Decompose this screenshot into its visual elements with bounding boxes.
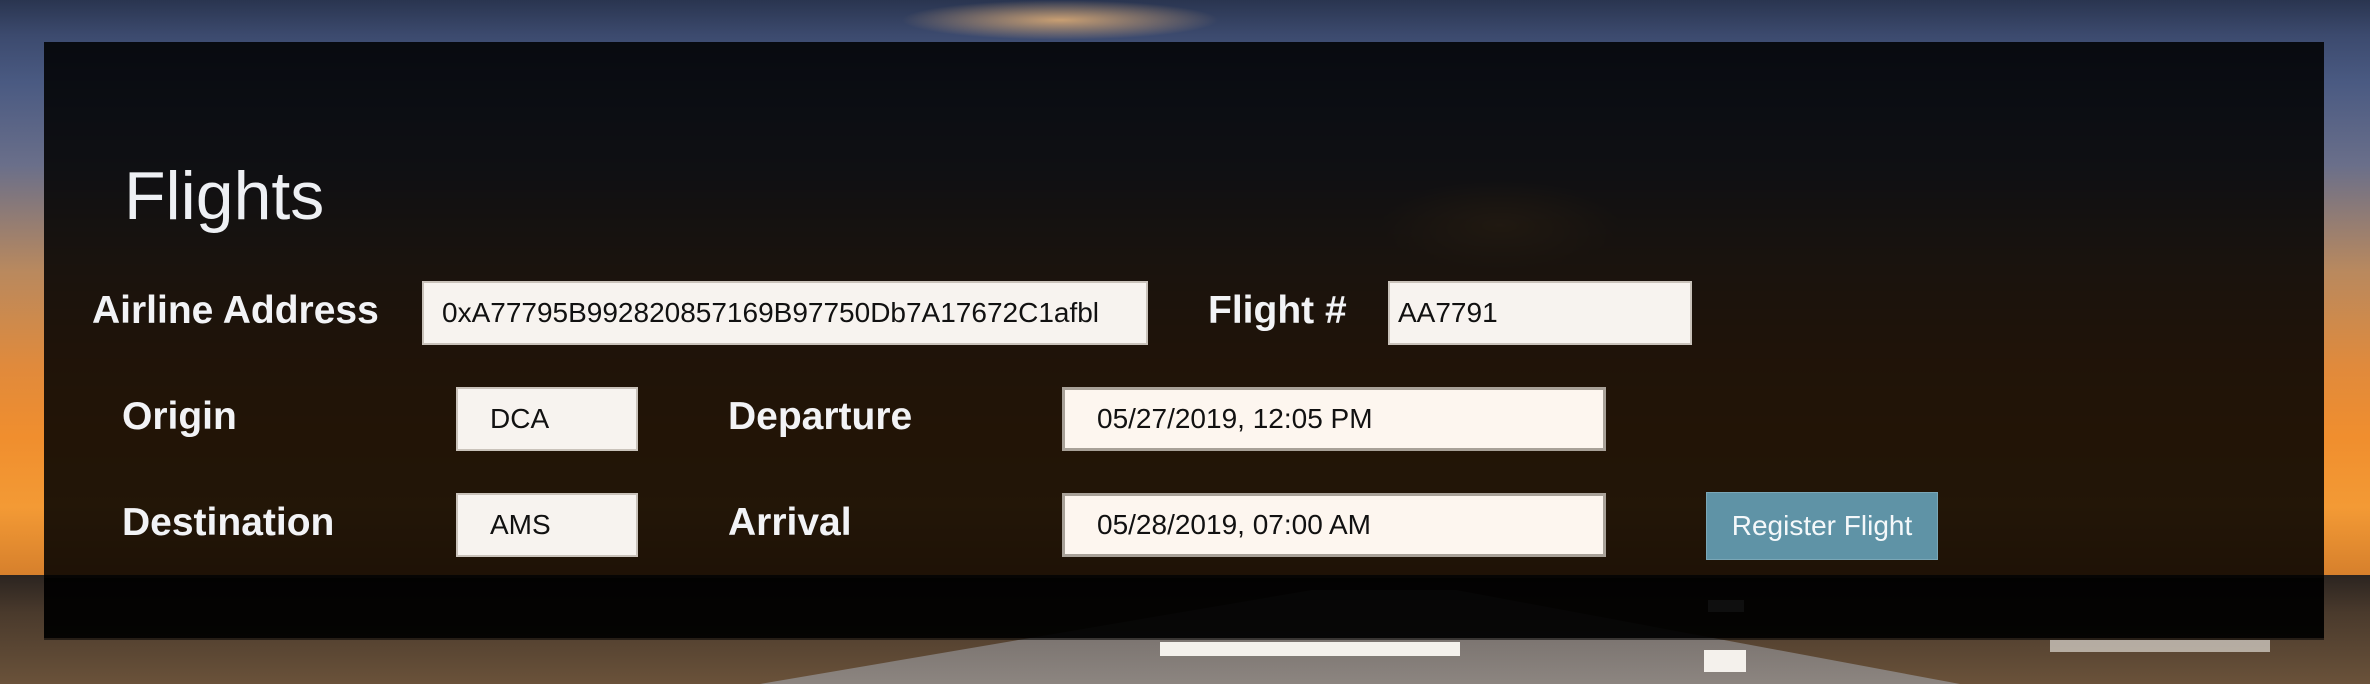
- runway-stripe: [2050, 640, 2270, 652]
- destination-input[interactable]: [456, 493, 638, 557]
- destination-label: Destination: [122, 501, 335, 544]
- flight-number-label: Flight #: [1208, 289, 1347, 332]
- departure-input[interactable]: [1062, 387, 1606, 451]
- runway-stripe: [1704, 650, 1746, 672]
- origin-input[interactable]: [456, 387, 638, 451]
- cloud: [900, 0, 1220, 40]
- page-title: Flights: [124, 158, 325, 234]
- airline-address-input[interactable]: [422, 281, 1148, 345]
- airline-address-label: Airline Address: [92, 289, 379, 332]
- register-flight-button[interactable]: Register Flight: [1706, 492, 1938, 560]
- arrival-input[interactable]: [1062, 493, 1606, 557]
- flight-number-input[interactable]: [1388, 281, 1692, 345]
- departure-label: Departure: [728, 395, 913, 438]
- arrival-label: Arrival: [728, 501, 852, 544]
- origin-label: Origin: [122, 395, 237, 438]
- panel-footer-band: [44, 578, 2324, 640]
- runway-stripe: [1160, 642, 1460, 656]
